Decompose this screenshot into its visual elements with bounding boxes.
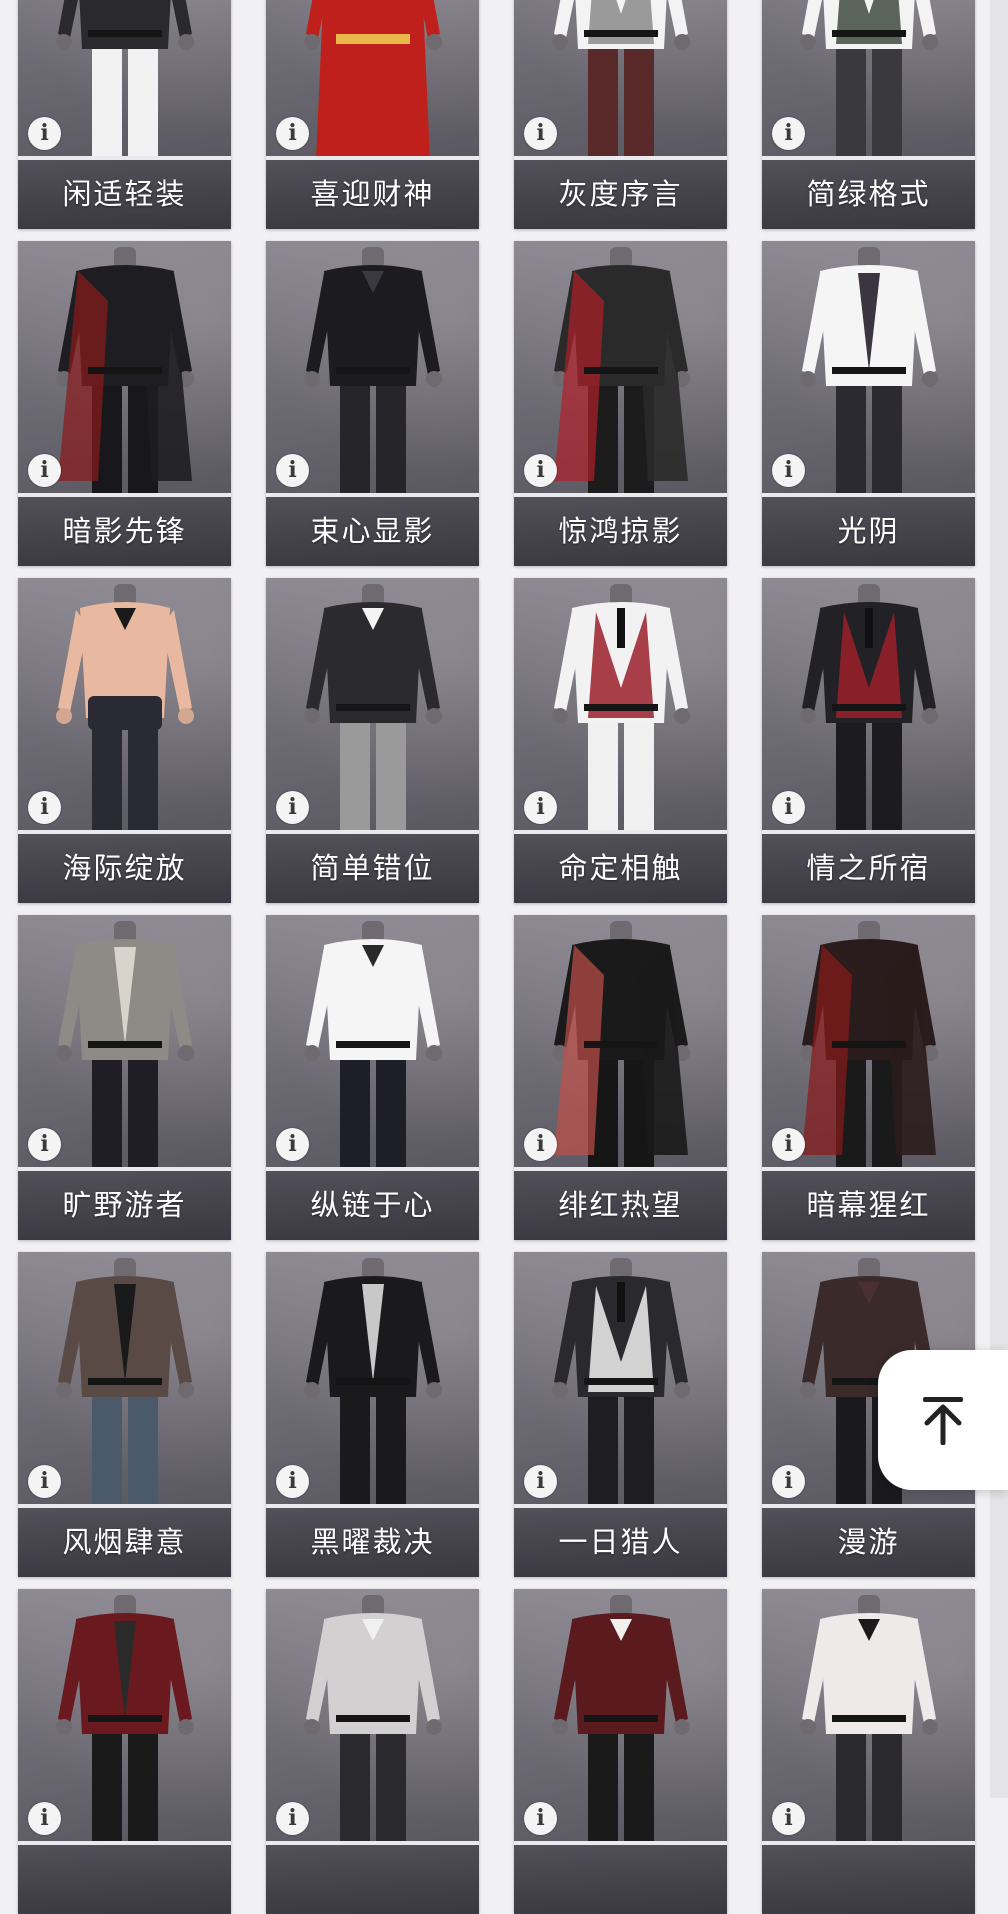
outfit-name: 束心显影 bbox=[310, 514, 435, 548]
info-icon[interactable]: i bbox=[28, 117, 61, 150]
outfit-name: 闲适轻装 bbox=[62, 177, 187, 211]
outfit-card[interactable]: i 惊鸿掠影 bbox=[514, 241, 727, 566]
outfit-name: 漫游 bbox=[837, 1525, 900, 1559]
info-icon[interactable]: i bbox=[772, 1465, 805, 1498]
outfit-card[interactable]: i 喜迎财神 bbox=[266, 0, 479, 229]
info-icon[interactable]: i bbox=[276, 1465, 309, 1498]
outfit-name: 海际绽放 bbox=[62, 851, 187, 885]
info-icon[interactable]: i bbox=[28, 1128, 61, 1161]
info-icon[interactable]: i bbox=[772, 1802, 805, 1835]
outfit-card[interactable]: i 简绿格式 bbox=[762, 0, 975, 229]
scroll-to-top-button[interactable] bbox=[878, 1350, 1008, 1490]
outfit-name: 风烟肆意 bbox=[62, 1525, 187, 1559]
info-icon[interactable]: i bbox=[276, 117, 309, 150]
card-label-band bbox=[514, 1845, 727, 1914]
info-icon[interactable]: i bbox=[276, 454, 309, 487]
outfit-card[interactable]: i 旷野游者 bbox=[18, 915, 231, 1240]
info-icon[interactable]: i bbox=[524, 1128, 557, 1161]
outfit-card[interactable]: i 暗影先锋 bbox=[18, 241, 231, 566]
info-icon[interactable]: i bbox=[772, 117, 805, 150]
info-icon[interactable]: i bbox=[524, 1465, 557, 1498]
scrollbar-track[interactable] bbox=[990, 0, 1008, 1798]
outfit-name: 暗影先锋 bbox=[62, 514, 187, 548]
outfit-name: 暗幕猩红 bbox=[806, 1188, 931, 1222]
outfit-card[interactable]: i 光阴 bbox=[762, 241, 975, 566]
outfit-card[interactable]: i 风烟肆意 bbox=[18, 1252, 231, 1577]
outfit-name: 简绿格式 bbox=[806, 177, 931, 211]
outfit-card[interactable]: i bbox=[762, 1589, 975, 1914]
info-icon[interactable]: i bbox=[524, 117, 557, 150]
outfit-card[interactable]: i 纵链于心 bbox=[266, 915, 479, 1240]
outfit-name: 惊鸿掠影 bbox=[558, 514, 683, 548]
info-icon[interactable]: i bbox=[28, 1802, 61, 1835]
info-icon[interactable]: i bbox=[772, 791, 805, 824]
outfit-card[interactable]: i 情之所宿 bbox=[762, 578, 975, 903]
info-icon[interactable]: i bbox=[276, 1802, 309, 1835]
arrow-up-to-line-icon bbox=[923, 1397, 963, 1445]
outfit-name: 光阴 bbox=[837, 514, 900, 548]
outfit-name: 命定相触 bbox=[558, 851, 683, 885]
outfit-card[interactable]: i 简单错位 bbox=[266, 578, 479, 903]
info-icon[interactable]: i bbox=[276, 1128, 309, 1161]
outfit-name: 旷野游者 bbox=[62, 1188, 187, 1222]
outfit-card[interactable]: i 束心显影 bbox=[266, 241, 479, 566]
info-icon[interactable]: i bbox=[524, 791, 557, 824]
card-label-band bbox=[266, 1845, 479, 1914]
outfit-name: 一日猎人 bbox=[558, 1525, 683, 1559]
card-label-band bbox=[762, 1845, 975, 1914]
info-icon[interactable]: i bbox=[772, 1128, 805, 1161]
info-icon[interactable]: i bbox=[524, 454, 557, 487]
outfit-card[interactable]: i bbox=[18, 1589, 231, 1914]
outfit-name: 情之所宿 bbox=[806, 851, 931, 885]
info-icon[interactable]: i bbox=[28, 1465, 61, 1498]
info-icon[interactable]: i bbox=[28, 454, 61, 487]
outfit-card[interactable]: i 海际绽放 bbox=[18, 578, 231, 903]
outfit-name: 纵链于心 bbox=[310, 1188, 435, 1222]
outfit-name: 喜迎财神 bbox=[310, 177, 435, 211]
outfit-card[interactable]: i 命定相触 bbox=[514, 578, 727, 903]
outfit-card[interactable]: i bbox=[514, 1589, 727, 1914]
outfit-card[interactable]: i 暗幕猩红 bbox=[762, 915, 975, 1240]
outfit-card[interactable]: i bbox=[266, 1589, 479, 1914]
outfit-card[interactable]: i 闲适轻装 bbox=[18, 0, 231, 229]
outfit-card[interactable]: i 绯红热望 bbox=[514, 915, 727, 1240]
outfit-name: 简单错位 bbox=[310, 851, 435, 885]
info-icon[interactable]: i bbox=[524, 1802, 557, 1835]
info-icon[interactable]: i bbox=[772, 454, 805, 487]
outfit-card[interactable]: i 灰度序言 bbox=[514, 0, 727, 229]
outfit-card[interactable]: i 一日猎人 bbox=[514, 1252, 727, 1577]
outfit-name: 黑曜裁决 bbox=[310, 1525, 435, 1559]
outfit-card[interactable]: i 黑曜裁决 bbox=[266, 1252, 479, 1577]
outfit-name: 绯红热望 bbox=[558, 1188, 683, 1222]
outfit-name: 灰度序言 bbox=[558, 177, 683, 211]
info-icon[interactable]: i bbox=[276, 791, 309, 824]
card-label-band bbox=[18, 1845, 231, 1914]
info-icon[interactable]: i bbox=[28, 791, 61, 824]
